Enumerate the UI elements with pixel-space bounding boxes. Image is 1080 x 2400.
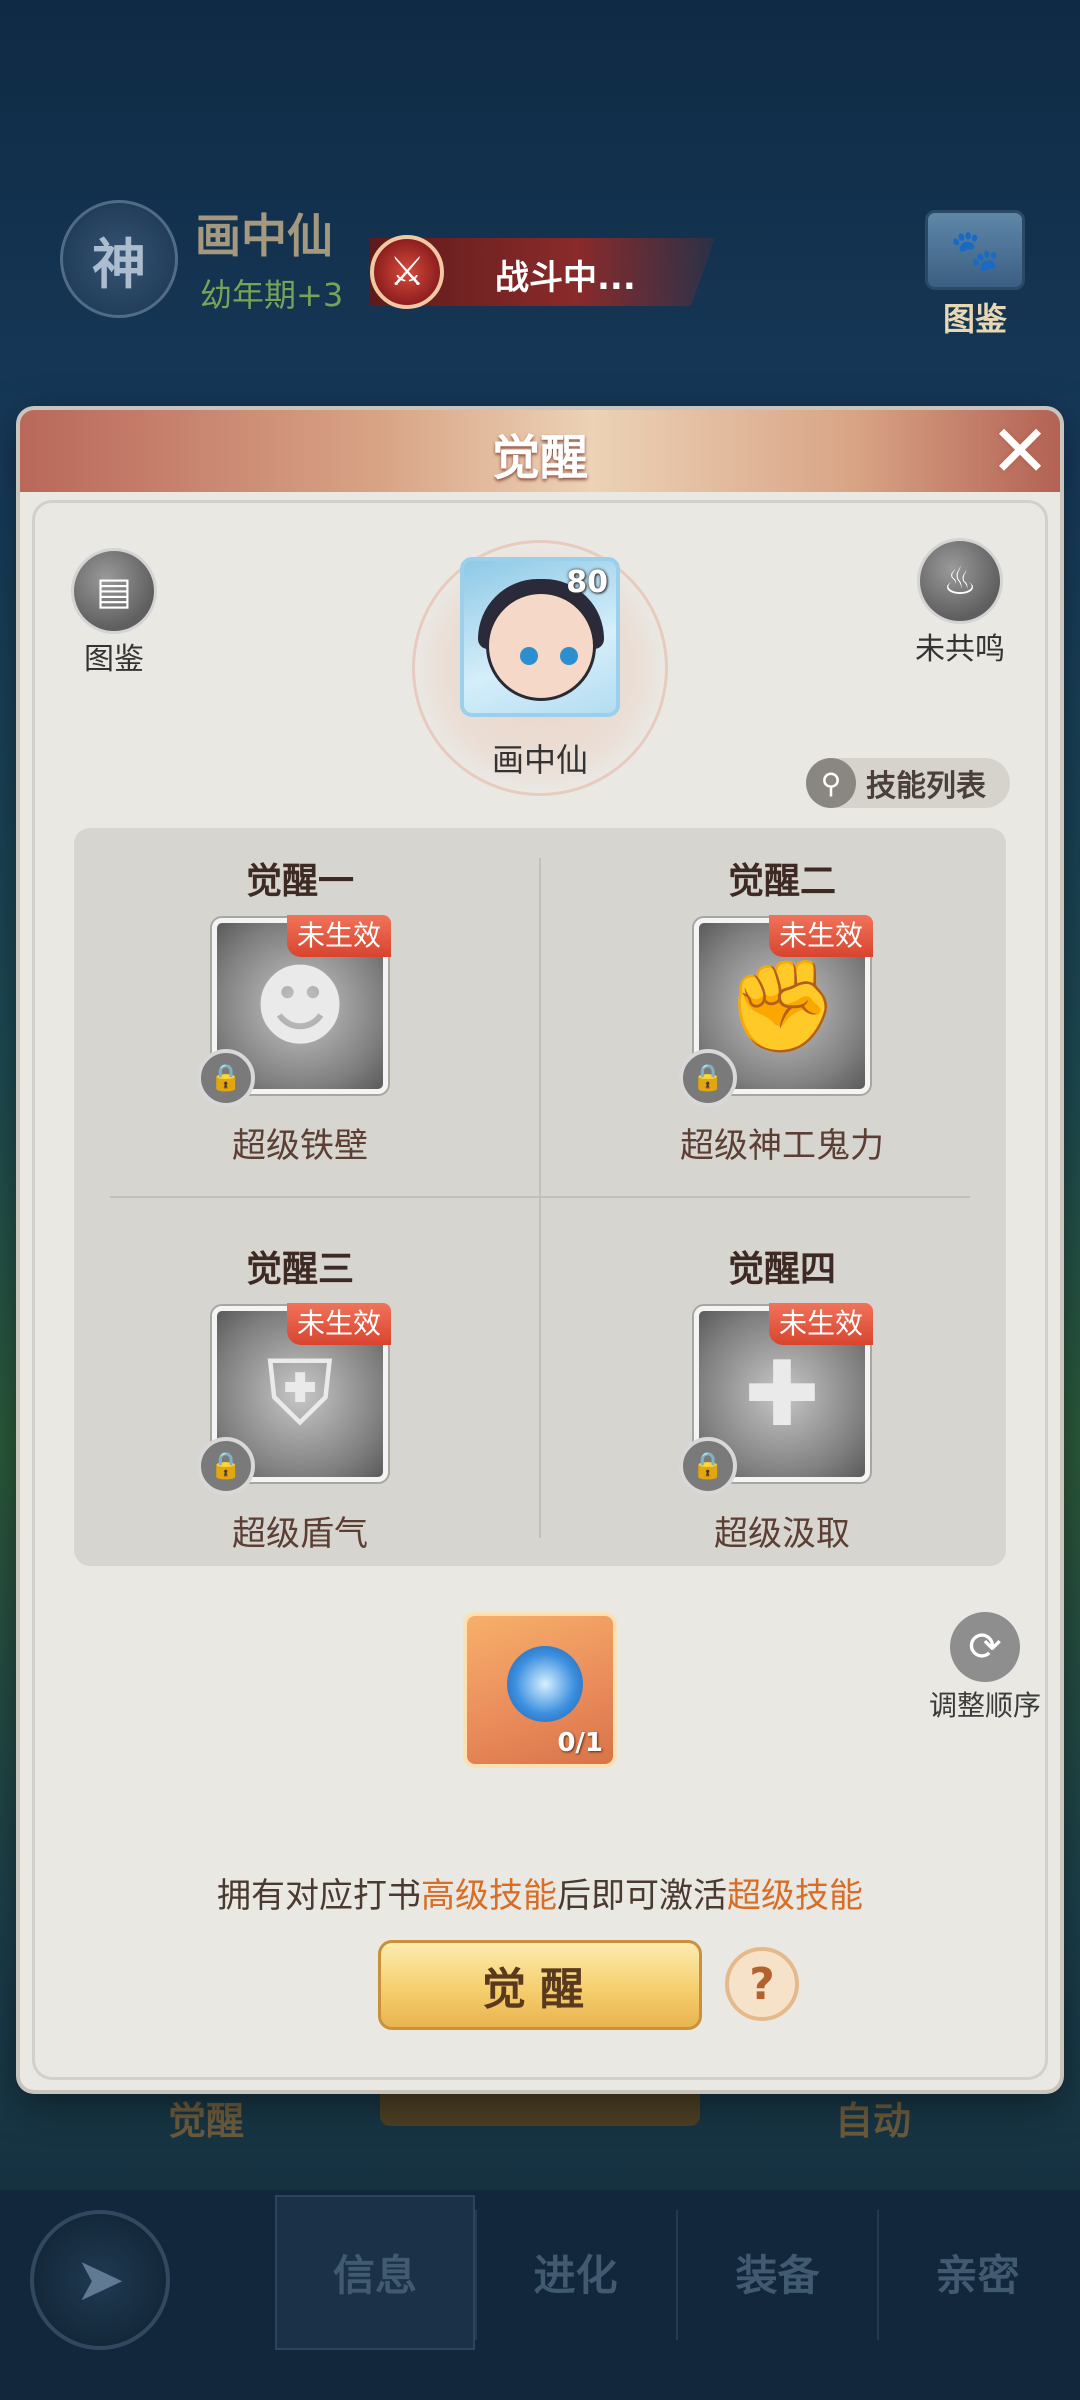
awaken-orb-icon bbox=[507, 1646, 583, 1722]
item-count: 0/1 bbox=[557, 1728, 603, 1758]
modal-title: 觉醒 bbox=[491, 430, 588, 486]
pet-eye bbox=[520, 647, 538, 665]
skill-list-button[interactable]: ⚲ 技能列表 bbox=[806, 758, 1010, 808]
search-icon: ⚲ bbox=[806, 758, 856, 808]
awakening-slot-3[interactable]: 觉醒三 ⛨ 未生效 🔒 超级盾气 bbox=[150, 1240, 450, 1555]
crossed-swords-icon: ⚔ bbox=[370, 235, 444, 309]
tab-divider bbox=[877, 2210, 879, 2340]
skill-icon-frame: ✊ 未生效 🔒 bbox=[679, 915, 873, 1107]
tab-intimacy[interactable]: 亲密 bbox=[880, 2195, 1075, 2350]
awaken-item-slot[interactable]: 0/1 bbox=[463, 1612, 617, 1768]
awakening-skill-name: 超级铁壁 bbox=[232, 1126, 368, 1166]
pet-name: 画中仙 bbox=[491, 741, 588, 779]
resonance-button[interactable]: ♨ 未共鸣 bbox=[900, 538, 1020, 668]
lock-icon: 🔒 bbox=[679, 1437, 737, 1495]
resonance-label: 未共鸣 bbox=[915, 632, 1005, 667]
reorder-label: 调整顺序 bbox=[928, 1689, 1041, 1722]
atlas-button-bg[interactable]: 🐾 图鉴 bbox=[920, 210, 1030, 340]
auto-label-bg: 自动 bbox=[835, 2099, 912, 2143]
awakening-slot-2[interactable]: 觉醒二 ✊ 未生效 🔒 超级神工鬼力 bbox=[632, 852, 932, 1167]
hint-text: 后即可激活 bbox=[557, 1876, 727, 1916]
skill-list-label: 技能列表 bbox=[866, 769, 986, 804]
activation-hint: 拥有对应打书高级技能后即可激活超级技能 bbox=[0, 1868, 1080, 1917]
atlas-book-icon: ▤ bbox=[71, 548, 157, 634]
hint-highlight: 超级技能 bbox=[727, 1876, 863, 1916]
awakening-title: 觉醒四 bbox=[727, 1249, 836, 1290]
atlas-button[interactable]: ▤ 图鉴 bbox=[54, 548, 174, 678]
status-badge: 未生效 bbox=[286, 1303, 391, 1345]
tab-divider bbox=[475, 2210, 477, 2340]
pet-name-bg: 画中仙 bbox=[195, 209, 333, 263]
status-badge: 未生效 bbox=[768, 1303, 873, 1345]
reorder-button[interactable]: ⟳ 调整顺序 bbox=[895, 1612, 1075, 1724]
atlas-label-bg: 图鉴 bbox=[942, 300, 1007, 338]
refresh-icon: ⟳ bbox=[950, 1612, 1020, 1682]
awakening-skill-name: 超级盾气 bbox=[232, 1514, 368, 1554]
tab-equipment[interactable]: 装备 bbox=[680, 2195, 875, 2350]
lock-icon: 🔒 bbox=[197, 1049, 255, 1107]
awakening-slot-1[interactable]: 觉醒一 ☻ 未生效 🔒 超级铁壁 bbox=[150, 852, 450, 1167]
tab-evolve[interactable]: 进化 bbox=[478, 2195, 673, 2350]
awakening-title: 觉醒二 bbox=[727, 861, 836, 902]
hint-text: 拥有对应打书 bbox=[217, 1876, 421, 1916]
close-icon: ✕ bbox=[989, 409, 1051, 493]
tab-info[interactable]: 信息 bbox=[275, 2195, 475, 2350]
god-badge: 神 bbox=[60, 200, 178, 318]
awakening-skill-name: 超级汲取 bbox=[714, 1514, 850, 1554]
skill-icon-frame: ✚ 未生效 🔒 bbox=[679, 1303, 873, 1495]
grid-divider-horizontal bbox=[110, 1196, 970, 1198]
compass-icon[interactable]: ➤ bbox=[30, 2210, 170, 2350]
awakening-title: 觉醒三 bbox=[245, 1249, 354, 1290]
battle-status: 战斗中... bbox=[495, 258, 636, 298]
pet-eye bbox=[560, 647, 578, 665]
awakening-skill-name: 超级神工鬼力 bbox=[680, 1126, 884, 1166]
pet-level: 80 bbox=[566, 565, 608, 600]
skill-icon-frame: ☻ 未生效 🔒 bbox=[197, 915, 391, 1107]
pet-stage: 幼年期+3 bbox=[200, 276, 344, 314]
help-button[interactable]: ? bbox=[725, 1947, 799, 2021]
tab-divider bbox=[676, 2210, 678, 2340]
awaken-label-bg: 觉醒 bbox=[168, 2099, 245, 2143]
pet-face bbox=[486, 591, 596, 701]
lock-icon: 🔒 bbox=[679, 1049, 737, 1107]
status-badge: 未生效 bbox=[768, 915, 873, 957]
skill-icon-frame: ⛨ 未生效 🔒 bbox=[197, 1303, 391, 1495]
question-icon: ? bbox=[749, 1958, 775, 2010]
hint-highlight: 高级技能 bbox=[421, 1876, 557, 1916]
book-icon: 🐾 bbox=[925, 210, 1025, 290]
status-badge: 未生效 bbox=[286, 915, 391, 957]
awakening-title: 觉醒一 bbox=[245, 861, 354, 902]
flame-icon: ♨ bbox=[917, 538, 1003, 624]
awaken-button[interactable]: 觉醒 bbox=[378, 1940, 702, 2030]
pet-avatar[interactable]: 80 bbox=[460, 557, 620, 717]
awakening-slot-4[interactable]: 觉醒四 ✚ 未生效 🔒 超级汲取 bbox=[632, 1240, 932, 1555]
atlas-label: 图鉴 bbox=[84, 642, 144, 677]
lock-icon: 🔒 bbox=[197, 1437, 255, 1495]
grid-divider-vertical bbox=[539, 858, 541, 1538]
close-button[interactable]: ✕ bbox=[985, 409, 1055, 493]
